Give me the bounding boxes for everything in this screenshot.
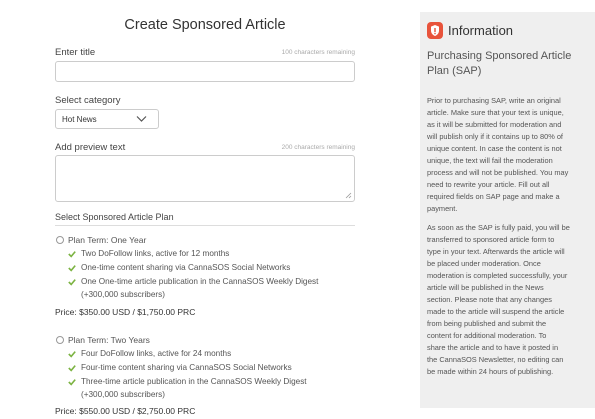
plan-heading: Select Sponsored Article Plan bbox=[55, 212, 174, 222]
divider bbox=[55, 225, 355, 226]
plan-two-years-price: Price: $550.00 USD / $2,750.00 PRC bbox=[55, 406, 196, 416]
plan-two-years-radio[interactable] bbox=[56, 336, 64, 344]
resize-grip-icon[interactable] bbox=[345, 192, 352, 199]
title-label: Enter title bbox=[55, 47, 96, 58]
preview-textarea[interactable] bbox=[55, 155, 355, 202]
plan-two-years-label: Plan Term: Two Years bbox=[68, 335, 150, 345]
information-title: Information bbox=[448, 23, 514, 38]
information-subtitle: Purchasing Sponsored Article Plan (SAP) bbox=[427, 50, 572, 77]
title-input[interactable] bbox=[55, 61, 355, 82]
checkmark-icon bbox=[68, 251, 76, 258]
plan-one-year-label: Plan Term: One Year bbox=[68, 235, 147, 245]
shield-info-icon bbox=[427, 22, 443, 39]
category-select[interactable]: Hot News bbox=[55, 109, 159, 129]
title-char-counter: 100 characters remaining bbox=[281, 49, 355, 56]
checkmark-icon bbox=[68, 351, 76, 358]
checkmark-icon bbox=[68, 279, 76, 286]
information-paragraph-2: As soon as the SAP is fully paid, you wi… bbox=[427, 223, 570, 376]
plan-one-year-price: Price: $350.00 USD / $1,750.00 PRC bbox=[55, 307, 196, 317]
category-label: Select category bbox=[55, 95, 121, 106]
preview-char-counter: 200 characters remaining bbox=[281, 144, 355, 151]
information-panel: Information Purchasing Sponsored Article… bbox=[420, 12, 595, 408]
plan-one-year-radio[interactable] bbox=[56, 236, 64, 244]
chevron-down-icon bbox=[136, 116, 147, 122]
information-paragraph-1: Prior to purchasing SAP, write an origin… bbox=[427, 96, 569, 213]
checkmark-icon bbox=[68, 379, 76, 386]
preview-text-label: Add preview text bbox=[55, 142, 126, 153]
checkmark-icon bbox=[68, 365, 76, 372]
category-selected-value: Hot News bbox=[62, 115, 97, 124]
page-title: Create Sponsored Article bbox=[124, 17, 286, 33]
checkmark-icon bbox=[68, 265, 76, 272]
